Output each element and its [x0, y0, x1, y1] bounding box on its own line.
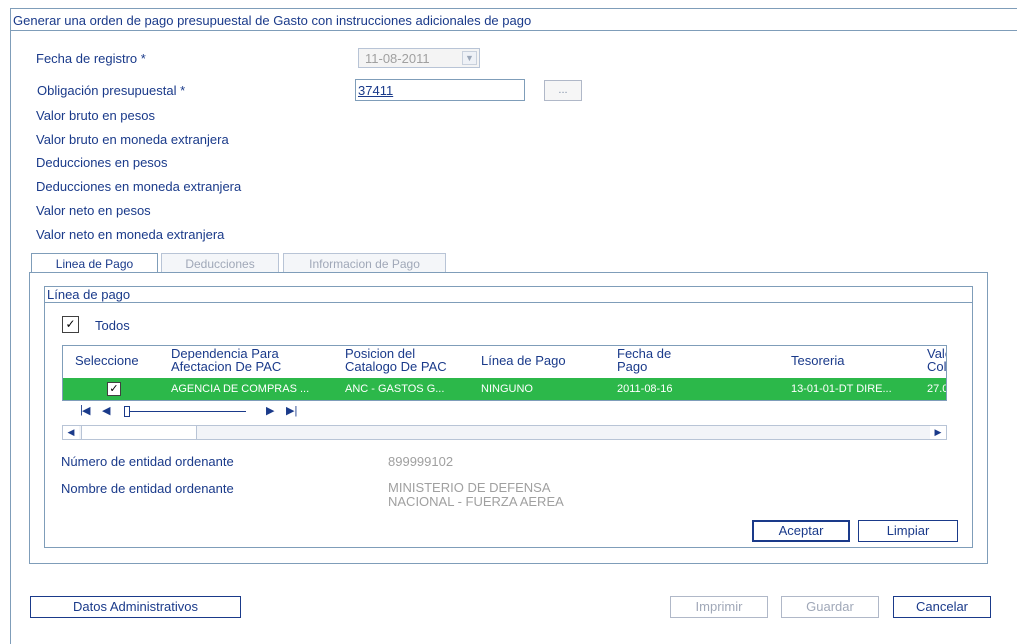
fecha-registro-value: 11-08-2011 [365, 51, 430, 66]
first-page-bar-icon: | [80, 404, 83, 416]
header-linea-pago[interactable]: Línea de Pago [481, 354, 566, 367]
tab-label: Deducciones [185, 257, 255, 271]
obligacion-input[interactable] [355, 79, 525, 101]
obligacion-label: Obligación presupuestal * [37, 83, 186, 98]
deducciones-pesos-label: Deducciones en pesos [36, 155, 168, 170]
pager-slider-handle[interactable] [124, 406, 130, 417]
table-header: Seleccione Dependencia Para Afectacion D… [63, 346, 946, 378]
tab-linea-de-pago[interactable]: Linea de Pago [31, 253, 158, 273]
nombre-entidad-line: MINISTERIO DE DEFENSA [388, 480, 551, 495]
cell-posicion: ANC - GASTOS G... [345, 383, 445, 395]
nombre-entidad-line: NACIONAL - FUERZA AEREA [388, 494, 564, 509]
valor-bruto-pesos-label: Valor bruto en pesos [36, 108, 155, 123]
header-posicion[interactable]: Posicion del Catalogo De PAC [345, 347, 447, 373]
todos-label: Todos [95, 318, 130, 333]
cancelar-button[interactable]: Cancelar [893, 596, 991, 618]
header-label: Tesoreria [791, 353, 845, 368]
row-select-checkbox[interactable]: ✓ [107, 382, 121, 396]
tab-informacion-de-pago[interactable]: Informacion de Pago [283, 253, 446, 273]
guardar-button[interactable]: Guardar [781, 596, 879, 618]
first-page-icon[interactable]: ◀​ [82, 404, 90, 417]
limpiar-button[interactable]: Limpiar [858, 520, 958, 542]
header-label: Afectacion De PAC [171, 359, 282, 374]
header-label: Pago [617, 359, 648, 374]
valor-bruto-extranjera-label: Valor bruto en moneda extranjera [36, 132, 229, 147]
nombre-entidad-value: MINISTERIO DE DEFENSA NACIONAL - FUERZA … [388, 481, 564, 509]
last-page-icon[interactable]: ▶| [286, 404, 297, 417]
cell-tesoreria: 13-01-01-DT DIRE... [791, 383, 892, 395]
aceptar-button[interactable]: Aceptar [752, 520, 850, 542]
fecha-registro-select[interactable]: 11-08-2011 ▼ [358, 48, 480, 68]
linea-pago-table: Seleccione Dependencia Para Afectacion D… [62, 345, 947, 401]
group-title: Línea de pago [45, 287, 972, 303]
todos-checkbox[interactable]: ✓ [62, 316, 79, 333]
header-label: Línea de Pago [481, 353, 566, 368]
scroll-thumb[interactable] [81, 426, 197, 439]
header-valor[interactable]: Valo Colc [927, 347, 947, 374]
cell-linea: NINGUNO [481, 383, 533, 395]
header-tesoreria[interactable]: Tesoreria [791, 354, 844, 367]
nombre-entidad-label: Nombre de entidad ordenante [61, 481, 234, 496]
lookup-button[interactable]: ... [544, 80, 582, 101]
prev-page-icon[interactable]: ◀ [102, 404, 110, 417]
cell-valor: 27.00 [927, 383, 946, 395]
numero-entidad-label: Número de entidad ordenante [61, 454, 234, 469]
valor-neto-extranjera-label: Valor neto en moneda extranjera [36, 227, 225, 242]
tab-label: Linea de Pago [55, 257, 134, 271]
scroll-right-icon[interactable]: ▶ [930, 426, 946, 439]
imprimir-button[interactable]: Imprimir [670, 596, 768, 618]
tab-label: Informacion de Pago [309, 257, 420, 271]
cell-fecha: 2011-08-16 [617, 383, 673, 395]
deducciones-extranjera-label: Deducciones en moneda extranjera [36, 179, 242, 194]
next-page-icon[interactable]: ▶ [266, 404, 274, 417]
header-dependencia[interactable]: Dependencia Para Afectacion De PAC [171, 347, 281, 373]
table-row[interactable]: ✓ AGENCIA DE COMPRAS ... ANC - GASTOS G.… [63, 378, 946, 400]
header-seleccione[interactable]: Seleccione [75, 354, 139, 367]
header-fecha-pago[interactable]: Fecha de Pago [617, 347, 671, 373]
pager-track [128, 411, 246, 412]
table-horizontal-scrollbar[interactable]: ◀ ▶ [62, 425, 947, 440]
window-title: Generar una orden de pago presupuestal d… [11, 9, 1017, 31]
header-label: Seleccione [75, 353, 139, 368]
chevron-down-icon[interactable]: ▼ [462, 51, 477, 65]
header-label: Colc [927, 359, 947, 374]
datos-administrativos-button[interactable]: Datos Administrativos [30, 596, 241, 618]
scroll-left-icon[interactable]: ◀ [63, 426, 79, 439]
tab-deducciones[interactable]: Deducciones [161, 253, 279, 273]
valor-neto-pesos-label: Valor neto en pesos [36, 203, 151, 218]
numero-entidad-value: 899999102 [388, 454, 454, 469]
cell-dependencia: AGENCIA DE COMPRAS ... [171, 383, 310, 395]
fecha-registro-label: Fecha de registro * [36, 51, 146, 66]
header-label: Catalogo De PAC [345, 359, 447, 374]
